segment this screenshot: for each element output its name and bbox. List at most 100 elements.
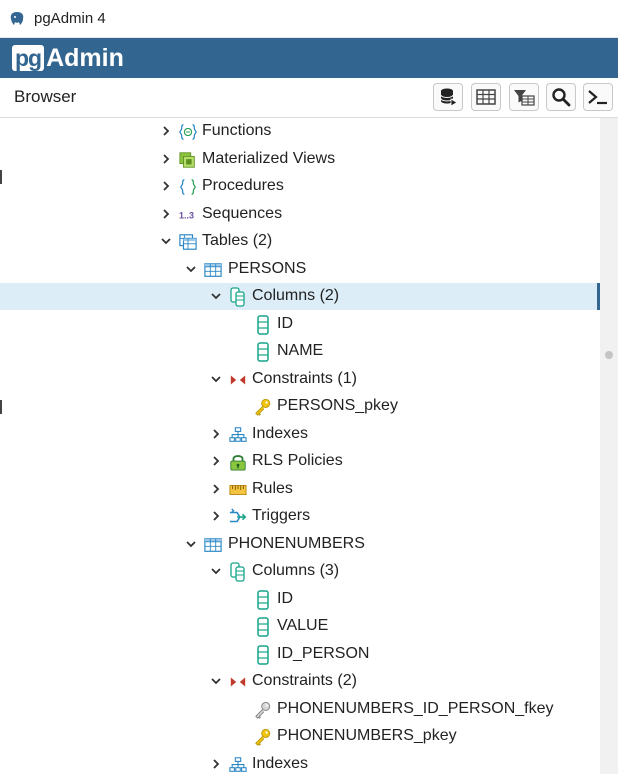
tree-node[interactable]: Indexes [0, 751, 600, 774]
chevron-right-icon[interactable] [210, 428, 222, 440]
search-icon [552, 88, 571, 107]
triggers-icon [229, 508, 247, 526]
tree-node[interactable]: VALUE [0, 613, 600, 640]
table-grid-icon [476, 89, 496, 105]
procedures-icon [179, 178, 197, 196]
chevron-right-icon[interactable] [160, 153, 172, 165]
scrollbar-thumb[interactable] [605, 351, 613, 359]
table-icon [204, 536, 222, 554]
logo-pg: pg [12, 45, 45, 71]
tree-node-label: NAME [277, 342, 324, 359]
tree-node[interactable]: Indexes [0, 421, 600, 448]
foreign-key-icon [254, 701, 272, 719]
column-icon [254, 314, 272, 335]
tree-node[interactable]: RLS Policies [0, 448, 600, 475]
tree-node[interactable]: Procedures [0, 173, 600, 200]
tree-node[interactable]: PHONENUMBERS_ID_PERSON_fkey [0, 696, 600, 723]
tree-node[interactable]: Constraints (1) [0, 366, 600, 393]
tree-node-label: RLS Policies [252, 452, 343, 469]
window-title: pgAdmin 4 [34, 10, 106, 27]
tree-scrollbar[interactable] [600, 118, 618, 774]
primary-key-icon [254, 398, 272, 416]
tree-node[interactable]: NAME [0, 338, 600, 365]
view-data-button[interactable] [471, 83, 501, 111]
column-icon [254, 644, 272, 665]
filter-table-icon [514, 90, 535, 106]
tree-node-label: PERSONS [228, 259, 307, 277]
tree-node-label: Sequences [202, 204, 283, 222]
tree-node-label: Constraints (1) [252, 369, 357, 387]
indexes-icon [229, 426, 247, 444]
chevron-right-icon[interactable] [210, 510, 222, 522]
chevron-down-icon[interactable] [185, 263, 197, 275]
sequences-icon: 1..3 [179, 206, 197, 224]
chevron-down-icon[interactable] [185, 538, 197, 550]
tree-node[interactable]: Columns (3) [0, 558, 600, 585]
columns-icon [229, 562, 247, 582]
columns-icon [229, 287, 247, 307]
search-objects-button[interactable] [546, 83, 576, 111]
constraints-icon [229, 673, 247, 691]
tree-node-label: PERSONS_pkey [277, 397, 398, 414]
tree-node-label: Columns (2) [252, 287, 340, 304]
tree-node[interactable]: Rules [0, 476, 600, 503]
filtered-rows-button[interactable] [509, 83, 539, 111]
tree-node-label: Tables (2) [202, 232, 273, 249]
chevron-down-icon[interactable] [210, 373, 222, 385]
chevron-down-icon[interactable] [210, 565, 222, 577]
chevron-right-icon[interactable] [210, 758, 222, 770]
chevron-right-icon[interactable] [210, 455, 222, 467]
rls-policies-icon [229, 453, 247, 471]
tree-node[interactable]: Triggers [0, 503, 600, 530]
tree-node[interactable]: PHONENUMBERS_pkey [0, 723, 600, 750]
column-icon [254, 589, 272, 610]
tree-node[interactable]: Columns (2) [0, 283, 600, 310]
tree-node-label: Materialized Views [202, 149, 336, 167]
tree-node[interactable]: Functions [0, 118, 600, 145]
window-edge-mark [0, 400, 2, 414]
logo-admin: Admin [46, 43, 124, 72]
tree-node-label: ID [277, 314, 293, 332]
tree-node[interactable]: Constraints (2) [0, 668, 600, 695]
tree-node-label: PHONENUMBERS_ID_PERSON_fkey [277, 699, 554, 717]
tree-node-label: Indexes [252, 754, 309, 772]
tree-node-label: Rules [252, 479, 293, 497]
column-icon [254, 617, 272, 637]
postgres-elephant-icon [10, 11, 24, 25]
rules-icon [229, 481, 247, 499]
chevron-right-icon[interactable] [160, 125, 172, 137]
chevron-right-icon[interactable] [160, 180, 172, 192]
tables-icon [179, 233, 197, 251]
tree-node[interactable]: PERSONS_pkey [0, 393, 600, 420]
tree-node[interactable]: 1..3 Sequences [0, 201, 600, 228]
tree-node-label: Constraints (2) [252, 672, 357, 689]
tree-node[interactable]: PHONENUMBERS [0, 531, 600, 558]
tree-node-label: Columns (3) [252, 562, 340, 579]
object-browser-tree: Functions Materialized Views Procedures 1..… [0, 118, 600, 774]
chevron-down-icon[interactable] [210, 675, 222, 687]
chevron-down-icon[interactable] [160, 235, 172, 247]
brand-bar: pg Admin [0, 38, 618, 78]
tree-node[interactable]: ID [0, 586, 600, 613]
tree-node[interactable]: ID_PERSON [0, 641, 600, 668]
chevron-down-icon[interactable] [210, 290, 222, 302]
window-edge-mark [0, 170, 2, 184]
psql-tool-button[interactable] [583, 83, 613, 111]
constraints-icon [229, 371, 247, 389]
window-titlebar: pgAdmin 4 [0, 0, 618, 38]
tree-node[interactable]: ID [0, 311, 600, 338]
query-tool-button[interactable] [433, 83, 463, 111]
tree-node-label: ID_PERSON [277, 644, 370, 662]
tree-node-label: Procedures [202, 177, 284, 194]
tree-node-label: PHONENUMBERS [228, 534, 365, 552]
tree-node-label: PHONENUMBERS_pkey [277, 727, 457, 744]
tree-node[interactable]: Tables (2) [0, 228, 600, 255]
tree-node-label: Triggers [252, 507, 311, 524]
chevron-right-icon[interactable] [210, 483, 222, 495]
tree-node[interactable]: PERSONS [0, 256, 600, 283]
tree-node[interactable]: Materialized Views [0, 146, 600, 173]
primary-key-icon [254, 728, 272, 746]
database-icon [440, 88, 458, 107]
chevron-right-icon[interactable] [160, 208, 172, 220]
tree-node-label: Functions [202, 122, 272, 139]
